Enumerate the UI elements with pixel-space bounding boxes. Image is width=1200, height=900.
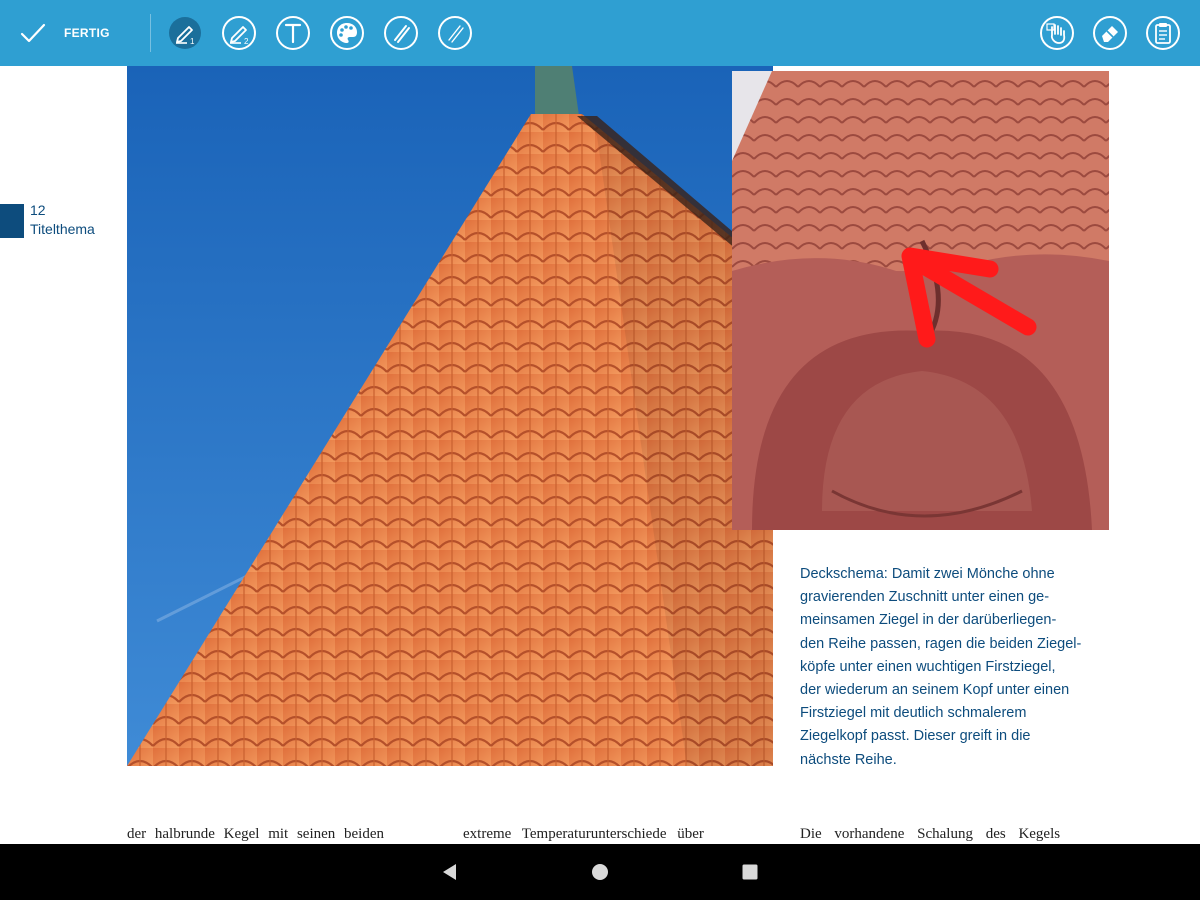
clipboard-icon (1146, 16, 1180, 50)
home-icon (592, 864, 608, 880)
section-title: Titelthema (30, 221, 95, 237)
back-button[interactable] (439, 861, 461, 883)
caption-line: meinsamen Ziegel in der darüberliegen- (800, 612, 1057, 629)
text-tool-button[interactable] (275, 15, 311, 51)
magazine-page[interactable]: 12 Titelthema Deckschema: Damit zwei Mön… (0, 66, 1200, 844)
clipboard-button[interactable] (1145, 15, 1181, 51)
caption-line: den Reihe passen, ragen die beiden Ziege… (800, 635, 1082, 652)
caption-line: Ziegelkopf passt. Dieser greift in die (800, 728, 1031, 745)
photo-caption: Deckschema: Damit zwei Mönche ohne gravi… (800, 563, 1115, 772)
highlighter-2-icon (438, 16, 472, 50)
pen-1-button[interactable]: 1 (167, 15, 203, 51)
caption-line: der wiederum an seinem Kopf unter einen (800, 682, 1070, 699)
caption-line: köpfe unter einen wuchtigen Firstziegel, (800, 658, 1056, 675)
section-tab-marker (0, 204, 24, 238)
checkmark-icon (20, 23, 46, 43)
pen-2-icon: 2 (222, 16, 256, 50)
color-palette-icon (330, 16, 364, 50)
color-palette-button[interactable] (329, 15, 365, 51)
recents-icon (742, 864, 758, 880)
eraser-icon (1093, 16, 1127, 50)
roof-tiles-photo (127, 66, 773, 766)
highlighter-1-icon (384, 16, 418, 50)
system-navigation-bar (0, 844, 1200, 900)
eraser-button[interactable] (1092, 15, 1128, 51)
annotation-toolbar: FERTIG 1 2 (0, 0, 1200, 66)
recents-button[interactable] (739, 861, 761, 883)
pen-2-button[interactable]: 2 (221, 15, 257, 51)
done-label: FERTIG (64, 26, 110, 40)
home-button[interactable] (589, 861, 611, 883)
hand-icon (1040, 16, 1074, 50)
highlighter-2-button[interactable] (437, 15, 473, 51)
body-column-3: Die vorhandene Schalung des Kegels (800, 826, 1061, 842)
toolbar-divider (150, 14, 151, 52)
text-icon (276, 16, 310, 50)
caption-line: nächste Reihe. (800, 751, 897, 768)
svg-text:1: 1 (190, 37, 195, 46)
page-number: 12 (30, 202, 46, 218)
pen-1-icon: 1 (169, 17, 201, 49)
done-button[interactable]: FERTIG (18, 14, 110, 52)
svg-text:2: 2 (244, 37, 249, 46)
highlighter-1-button[interactable] (383, 15, 419, 51)
caption-line: Firstziegel mit deutlich schmalerem (800, 705, 1027, 722)
back-icon (443, 864, 456, 880)
hand-tool-button[interactable] (1039, 15, 1075, 51)
caption-line: gravierenden Zuschnitt unter einen ge- (800, 589, 1050, 606)
caption-line: Deckschema: Damit zwei Mönche ohne (800, 566, 1055, 582)
roof-detail-inset-photo (732, 71, 1109, 530)
body-column-2: extreme Temperaturunterschiede über (463, 826, 704, 842)
body-column-1: der halbrunde Kegel mit seinen beiden (127, 826, 385, 842)
